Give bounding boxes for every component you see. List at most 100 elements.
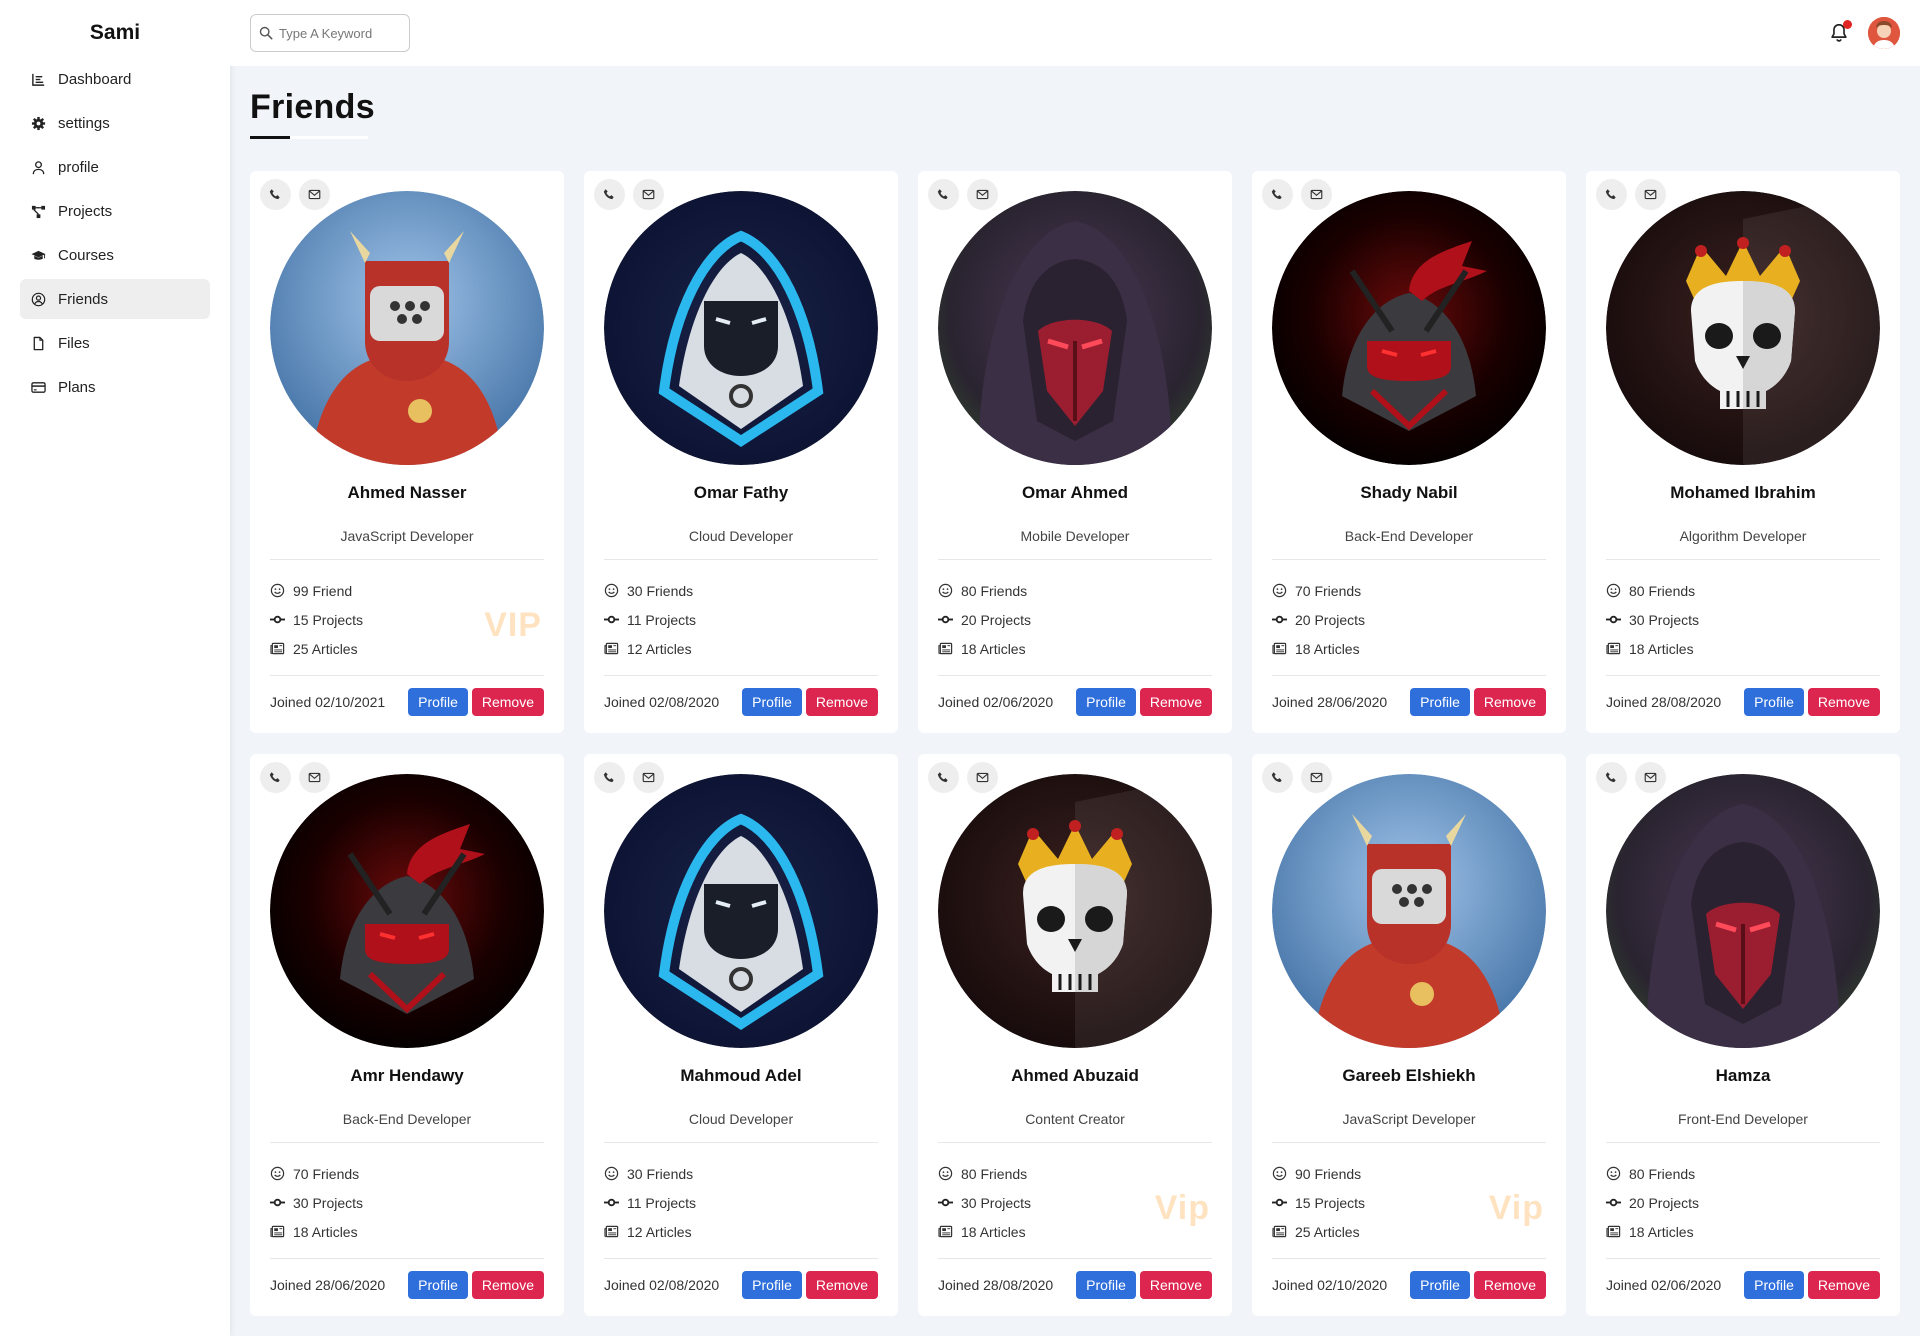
mail-icon[interactable]	[633, 179, 664, 210]
phone-icon[interactable]	[1262, 179, 1293, 210]
remove-button[interactable]: Remove	[1807, 1271, 1880, 1299]
friend-name: Omar Fathy	[693, 483, 789, 502]
contact-actions	[594, 179, 664, 210]
stat-friends: 99 Friend	[270, 576, 544, 605]
code-commit-icon	[604, 1198, 619, 1207]
profile-button[interactable]: Profile	[408, 1271, 468, 1299]
phone-icon[interactable]	[594, 762, 625, 793]
sidebar-item-dashboard[interactable]: Dashboard	[20, 59, 210, 99]
stat-projects: 30 Projects	[1606, 605, 1880, 634]
profile-button[interactable]: Profile	[1076, 1271, 1136, 1299]
friend-avatar	[1272, 191, 1546, 465]
remove-button[interactable]: Remove	[1807, 688, 1880, 716]
friend-stats: 80 Friends 30 Projects 18 Articles Vip	[938, 1143, 1212, 1259]
mail-icon[interactable]	[299, 179, 330, 210]
sidebar-item-projects[interactable]: Projects	[20, 191, 210, 231]
sidebar-item-profile[interactable]: profile	[20, 147, 210, 187]
profile-button[interactable]: Profile	[1744, 1271, 1804, 1299]
sidebar-item-settings[interactable]: settings	[20, 103, 210, 143]
mail-icon[interactable]	[967, 179, 998, 210]
mail-icon[interactable]	[1301, 179, 1332, 210]
phone-icon[interactable]	[1262, 762, 1293, 793]
search-box[interactable]	[250, 14, 410, 52]
remove-button[interactable]: Remove	[1473, 1271, 1546, 1299]
mail-icon[interactable]	[967, 762, 998, 793]
sidebar-item-courses[interactable]: Courses	[20, 235, 210, 275]
search-icon	[259, 26, 273, 40]
stat-projects-text: 20 Projects	[961, 611, 1032, 628]
sidebar-nav: Dashboard settings profile Projects Courses F…	[20, 59, 210, 407]
smile-icon	[270, 1166, 285, 1181]
phone-icon[interactable]	[594, 179, 625, 210]
friend-name: Shady Nabil	[1360, 483, 1458, 502]
remove-button[interactable]: Remove	[1139, 688, 1212, 716]
joined-date: Joined 28/08/2020	[1606, 694, 1722, 710]
profile-button[interactable]: Profile	[408, 688, 468, 716]
smile-icon	[270, 583, 285, 598]
stat-friends: 90 Friends	[1272, 1159, 1546, 1188]
notification-button[interactable]	[1828, 20, 1852, 44]
stat-friends-text: 80 Friends	[961, 582, 1028, 599]
phone-icon[interactable]	[260, 179, 291, 210]
stat-articles: 12 Articles	[604, 1217, 878, 1246]
remove-button[interactable]: Remove	[1473, 688, 1546, 716]
topbar-actions	[1828, 17, 1900, 49]
profile-button[interactable]: Profile	[1410, 1271, 1470, 1299]
friend-card: Mahmoud Adel Cloud Developer 30 Friends 11 …	[584, 754, 898, 1316]
phone-icon[interactable]	[928, 179, 959, 210]
brand-title: Sami	[89, 21, 141, 44]
mail-icon[interactable]	[1635, 762, 1666, 793]
code-commit-icon	[1272, 1198, 1287, 1207]
contact-actions	[1596, 762, 1666, 793]
friend-stats: 80 Friends 20 Projects 18 Articles	[1606, 1143, 1880, 1259]
profile-button[interactable]: Profile	[1744, 688, 1804, 716]
friend-stats: 80 Friends 30 Projects 18 Articles	[1606, 560, 1880, 676]
profile-button[interactable]: Profile	[1076, 688, 1136, 716]
remove-button[interactable]: Remove	[805, 688, 878, 716]
topbar	[230, 0, 1920, 66]
stat-articles-text: 18 Articles	[1629, 1223, 1694, 1240]
mail-icon[interactable]	[299, 762, 330, 793]
code-commit-icon	[1606, 615, 1621, 624]
remove-button[interactable]: Remove	[471, 688, 544, 716]
friend-job: JavaScript Developer	[1272, 1111, 1546, 1143]
stat-articles-text: 12 Articles	[627, 1223, 692, 1240]
remove-button[interactable]: Remove	[805, 1271, 878, 1299]
card-footer: Joined 02/10/2021 Profile Remove	[270, 676, 544, 716]
card-footer: Joined 02/08/2020 Profile Remove	[604, 1259, 878, 1299]
joined-date: Joined 02/08/2020	[604, 1277, 720, 1293]
profile-button[interactable]: Profile	[742, 1271, 802, 1299]
newspaper-icon	[1606, 1225, 1621, 1238]
joined-date: Joined 02/10/2021	[270, 694, 386, 710]
contact-actions	[928, 179, 998, 210]
search-input[interactable]	[279, 25, 399, 41]
card-footer: Joined 02/08/2020 Profile Remove	[604, 676, 878, 716]
mail-icon[interactable]	[1635, 179, 1666, 210]
sidebar-item-plans[interactable]: Plans	[20, 367, 210, 407]
sidebar-item-label: Plans	[58, 378, 96, 396]
sidebar-item-label: Files	[58, 334, 90, 352]
mail-icon[interactable]	[633, 762, 664, 793]
phone-icon[interactable]	[1596, 179, 1627, 210]
friend-job: Content Creator	[938, 1111, 1212, 1143]
sidebar-item-files[interactable]: Files	[20, 323, 210, 363]
user-avatar[interactable]	[1868, 17, 1900, 49]
profile-button[interactable]: Profile	[1410, 688, 1470, 716]
newspaper-icon	[1272, 642, 1287, 655]
stat-articles-text: 25 Articles	[1295, 1223, 1360, 1240]
stat-articles-text: 18 Articles	[1295, 640, 1360, 657]
friend-card: Amr Hendawy Back-End Developer 70 Friends 3…	[250, 754, 564, 1316]
credit-card-icon	[30, 379, 46, 395]
remove-button[interactable]: Remove	[471, 1271, 544, 1299]
stat-projects-text: 11 Projects	[627, 1194, 696, 1211]
phone-icon[interactable]	[1596, 762, 1627, 793]
profile-button[interactable]: Profile	[742, 688, 802, 716]
remove-button[interactable]: Remove	[1139, 1271, 1212, 1299]
friend-avatar	[270, 774, 544, 1048]
sidebar-item-friends[interactable]: Friends	[20, 279, 210, 319]
phone-icon[interactable]	[928, 762, 959, 793]
mail-icon[interactable]	[1301, 762, 1332, 793]
friend-stats: 80 Friends 20 Projects 18 Articles	[938, 560, 1212, 676]
phone-icon[interactable]	[260, 762, 291, 793]
friend-job: Back-End Developer	[270, 1111, 544, 1143]
